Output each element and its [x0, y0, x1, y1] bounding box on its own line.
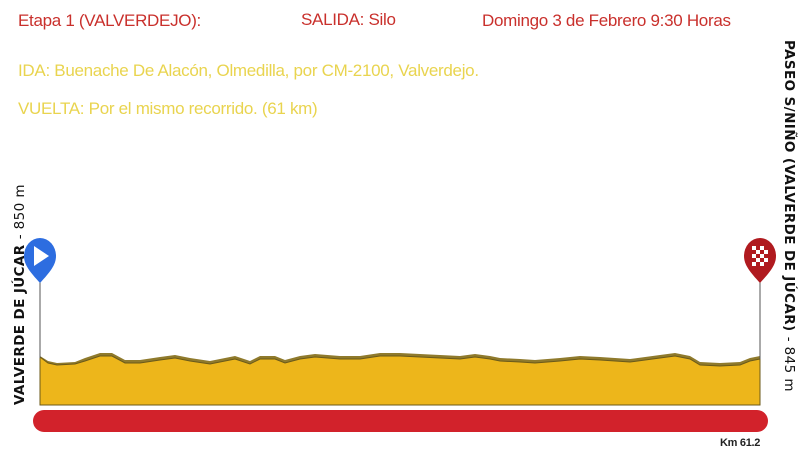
finish-name: PASEO S/NIÑO (VALVERDE DE JÚCAR)	[781, 40, 797, 332]
distance-bar	[33, 410, 768, 432]
start-altitude: 850 m	[12, 184, 28, 230]
start-name: VALVERDE DE JÚCAR	[12, 244, 28, 405]
start-label: VALVERDE DE JÚCAR - 850 m	[12, 184, 28, 405]
finish-altitude: 845 m	[781, 346, 797, 392]
play-flag-icon	[24, 238, 56, 283]
checkered-flag-icon	[744, 238, 776, 283]
profile-fill	[39, 355, 761, 406]
elevation-profile	[24, 238, 776, 432]
finish-label: PASEO S/NIÑO (VALVERDE DE JÚCAR) - 845 m	[781, 40, 797, 392]
distance-label: Km 61.2	[720, 437, 761, 449]
